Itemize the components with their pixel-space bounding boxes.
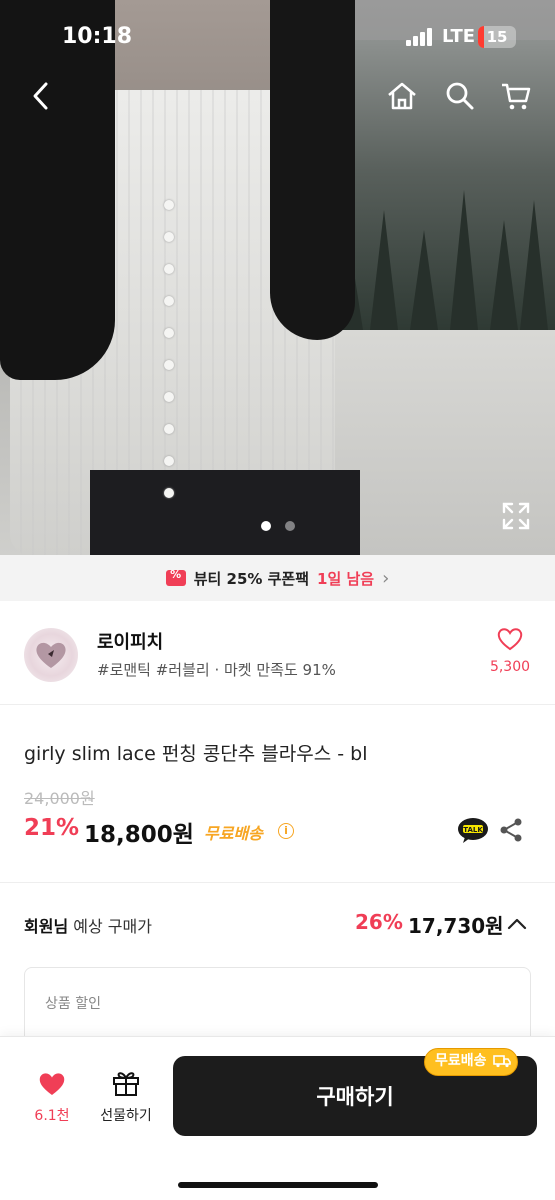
share-icon[interactable]: [498, 817, 524, 843]
gallery-dot[interactable]: [284, 521, 295, 531]
network-label: LTE: [442, 26, 476, 47]
product-detail-page: 10:18 LTE 15 % 뷰티 25% 쿠폰팩 1일 남음 › 로이피치 #…: [0, 0, 555, 1200]
favorite-button[interactable]: 6.1천: [26, 1071, 78, 1125]
signal-icon: [406, 28, 436, 46]
truck-icon: [492, 1055, 511, 1068]
member-price-row[interactable]: 회원님 예상 구매가 26% 17,730원: [0, 883, 555, 967]
member-discount-rate: 26%: [355, 910, 403, 934]
search-icon[interactable]: [442, 78, 478, 114]
gift-label: 선물하기: [100, 1108, 152, 1124]
sale-price: 18,800원: [84, 822, 194, 848]
original-price: 24,000원: [24, 789, 95, 808]
discount-rate: 21%: [24, 815, 80, 841]
battery-icon: 15: [478, 26, 516, 48]
favorite-count: 6.1천: [34, 1108, 70, 1124]
discount-section-title: 상품 할인: [45, 996, 101, 1012]
free-shipping-badge-label: 무료배송: [435, 1053, 487, 1069]
member-price: 17,730원: [408, 914, 504, 938]
top-nav: [0, 78, 555, 118]
store-section[interactable]: 로이피치 #로맨틱 #러블리 · 마켓 만족도 91% 5,300: [0, 601, 555, 705]
coupon-banner[interactable]: 뷰티 25% 쿠폰팩 1일 남음 ›: [0, 555, 555, 601]
coupon-deadline: 1일 남음: [317, 569, 375, 588]
home-icon[interactable]: [384, 78, 420, 114]
home-indicator: [178, 1182, 378, 1188]
gallery-indicator: [0, 516, 555, 531]
store-tags: #로맨틱 #러블리 · 마켓 만족도 91%: [97, 661, 336, 679]
store-name[interactable]: 로이피치: [97, 628, 163, 654]
coupon-text: 뷰티 25% 쿠폰팩: [193, 569, 310, 588]
bottom-action-bar: 6.1천 선물하기 구매하기 무료배송: [0, 1036, 555, 1200]
kakao-talk-label: TALK: [463, 826, 483, 834]
chevron-right-icon: ›: [382, 567, 390, 589]
back-icon[interactable]: [24, 78, 60, 114]
heart-outline-icon: [497, 628, 523, 651]
free-shipping-badge: 무료배송: [424, 1048, 518, 1076]
product-info: girly slim lace 펀칭 콩단추 블라우스 - bl 24,000원…: [0, 705, 555, 883]
product-title: girly slim lace 펀칭 콩단추 블라우스 - bl: [24, 743, 368, 765]
chevron-up-icon[interactable]: [506, 913, 528, 935]
status-time: 10:18: [62, 24, 133, 49]
gallery-dot-active[interactable]: [260, 521, 271, 531]
store-logo-heart: [36, 642, 66, 668]
store-like-button[interactable]: 5,300: [484, 627, 536, 675]
status-bar: 10:18 LTE 15: [0, 0, 555, 72]
coupon-icon: [165, 568, 186, 586]
product-image[interactable]: 10:18 LTE 15: [0, 0, 555, 555]
battery-percent: 15: [486, 28, 508, 46]
cart-icon[interactable]: [498, 78, 534, 114]
store-avatar[interactable]: [24, 628, 78, 682]
free-shipping-label: 무료배송: [204, 824, 263, 843]
kakao-talk-icon[interactable]: TALK: [457, 817, 489, 845]
expand-icon[interactable]: [500, 500, 532, 532]
store-like-count: 5,300: [489, 659, 531, 675]
gift-icon: [113, 1072, 139, 1096]
member-price-label: 회원님 예상 구매가: [24, 917, 152, 936]
heart-filled-icon: [39, 1073, 65, 1095]
info-icon[interactable]: i: [278, 823, 294, 839]
gift-button[interactable]: 선물하기: [94, 1069, 158, 1125]
